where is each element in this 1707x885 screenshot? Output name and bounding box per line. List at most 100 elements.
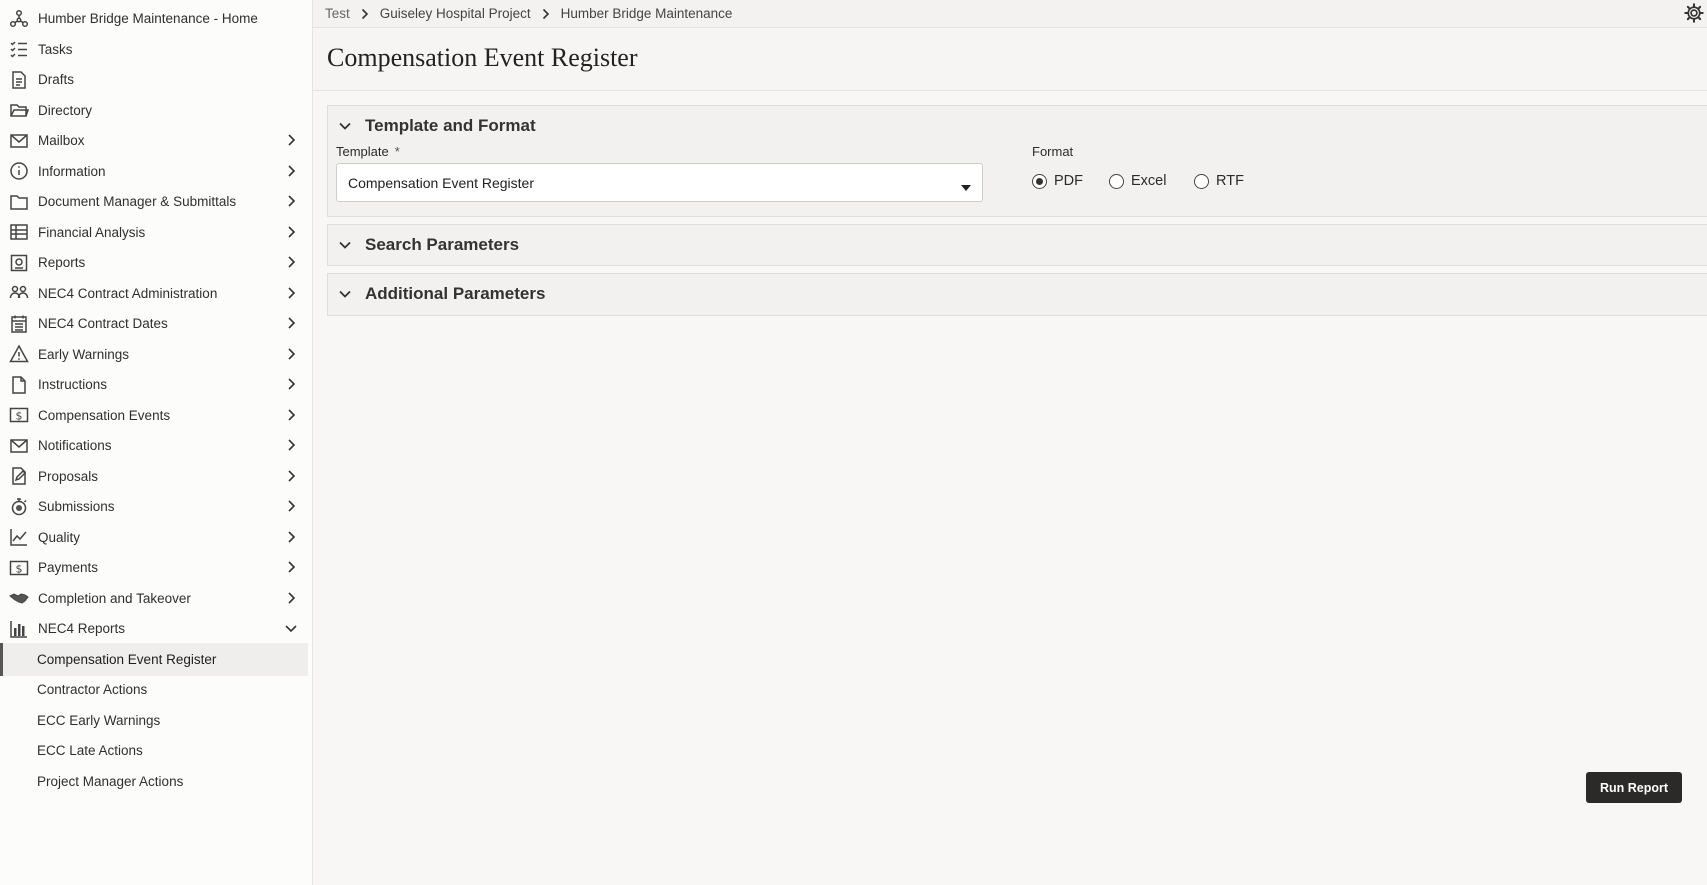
sidebar-item-label: Instructions [38, 377, 108, 392]
breadcrumb: Test Guiseley Hospital Project Humber Br… [313, 0, 1707, 28]
sidebar-item-financial-analysis[interactable]: Financial Analysis [0, 216, 313, 249]
additional-parameters-header[interactable]: Additional Parameters [328, 274, 1707, 314]
format-radio-rtf[interactable]: RTF [1194, 173, 1244, 189]
checklist-icon [8, 38, 30, 60]
chevron-right-icon[interactable] [283, 285, 299, 301]
template-format-panel: Template and Format Template * Compensati… [327, 105, 1707, 217]
chevron-right-icon[interactable] [283, 254, 299, 270]
chevron-down-icon[interactable] [283, 620, 299, 636]
chevron-down-icon [337, 286, 353, 302]
chevron-down-icon [337, 237, 353, 253]
document-icon [8, 374, 30, 396]
sidebar-item-document-manager-submittals[interactable]: Document Manager & Submittals [0, 185, 313, 218]
sidebar-item-quality[interactable]: Quality [0, 521, 313, 554]
sidebar-item-early-warnings[interactable]: Early Warnings [0, 338, 313, 371]
chevron-right-icon[interactable] [283, 468, 299, 484]
chevron-right-icon[interactable] [283, 376, 299, 392]
sidebar-item-label: NEC4 Reports [38, 621, 126, 636]
template-label-text: Template [336, 144, 389, 159]
chevron-right-icon[interactable] [283, 346, 299, 362]
format-option-label: PDF [1054, 173, 1083, 189]
sidebar-subitem-compensation-event-register[interactable]: Compensation Event Register [0, 642, 308, 676]
chevron-right-icon[interactable] [283, 163, 299, 179]
additional-parameters-panel: Additional Parameters [327, 273, 1707, 316]
panel-title: Additional Parameters [365, 284, 546, 303]
info-icon [8, 160, 30, 182]
sidebar-item-nec4-reports[interactable]: NEC4 Reports [0, 612, 313, 645]
chevron-right-icon[interactable] [283, 224, 299, 240]
search-parameters-panel: Search Parameters [327, 224, 1707, 266]
format-option-label: RTF [1216, 173, 1244, 189]
chevron-right-icon[interactable] [283, 407, 299, 423]
sidebar-item-nec4-contract-administration[interactable]: NEC4 Contract Administration [0, 277, 313, 310]
radio-unselected-icon [1194, 173, 1209, 189]
sidebar-item-label: Information [38, 163, 106, 179]
chevron-right-icon[interactable] [283, 315, 299, 331]
sidebar-item-compensation-events[interactable]: $ Compensation Events [0, 399, 313, 432]
chevron-right-icon[interactable] [283, 132, 299, 148]
network-icon [8, 8, 30, 30]
sidebar-item-proposals[interactable]: Proposals [0, 460, 313, 493]
panel-title: Template and Format [365, 116, 536, 135]
sidebar-item-label: Document Manager & Submittals [38, 194, 237, 209]
sidebar-item-submissions[interactable]: Submissions [0, 490, 313, 523]
chevron-right-icon[interactable] [283, 590, 299, 606]
sidebar-item-payments[interactable]: $ Payments [0, 551, 313, 584]
sidebar-item-mailbox[interactable]: Mailbox [0, 124, 313, 157]
line-chart-icon [8, 526, 30, 548]
search-parameters-header[interactable]: Search Parameters [328, 225, 1707, 265]
run-report-button[interactable]: Run Report [1586, 772, 1682, 803]
sidebar-item-completion-and-takeover[interactable]: Completion and Takeover [0, 582, 313, 615]
chevron-down-icon [337, 118, 353, 134]
chevron-right-icon [542, 8, 550, 20]
format-label: Format [1032, 144, 1074, 159]
breadcrumb-item-project[interactable]: Guiseley Hospital Project [380, 6, 531, 21]
format-radio-excel[interactable]: Excel [1109, 173, 1166, 189]
svg-text:$: $ [16, 562, 23, 575]
folder-icon [8, 191, 30, 213]
breadcrumb-item-current[interactable]: Humber Bridge Maintenance [561, 6, 733, 21]
chevron-right-icon[interactable] [283, 529, 299, 545]
gear-icon[interactable] [1683, 2, 1705, 24]
template-select[interactable]: Compensation Event Register [336, 163, 983, 202]
sidebar-subitem-ecc-early-warnings[interactable]: ECC Early Warnings [0, 704, 308, 737]
sidebar-subitem-ecc-late-actions[interactable]: ECC Late Actions [0, 734, 308, 767]
sidebar-item-directory[interactable]: Directory [0, 94, 313, 127]
chevron-right-icon [361, 8, 369, 20]
stopwatch-icon [8, 496, 30, 518]
sidebar-item-information[interactable]: Information [0, 155, 313, 188]
report-icon [8, 252, 30, 274]
template-label: Template * [336, 144, 400, 159]
sidebar-item-tasks[interactable]: Tasks [0, 33, 313, 66]
template-select-value: Compensation Event Register [348, 174, 534, 191]
chevron-right-icon[interactable] [283, 193, 299, 209]
envelope-icon [8, 435, 30, 457]
sidebar-item-drafts[interactable]: Drafts [0, 63, 313, 96]
format-radio-pdf[interactable]: PDF [1032, 173, 1083, 189]
panel-title: Search Parameters [365, 235, 520, 254]
chevron-right-icon[interactable] [283, 437, 299, 453]
sidebar-subitem-project-manager-actions[interactable]: Project Manager Actions [0, 765, 308, 798]
app-root: Humber Bridge Maintenance - Home Tasks Dra… [0, 0, 1707, 885]
breadcrumb-item-test[interactable]: Test [325, 6, 350, 21]
sidebar-item-label: Early Warnings [38, 346, 130, 362]
sidebar-item-nec4-contract-dates[interactable]: NEC4 Contract Dates [0, 307, 313, 340]
sidebar-item-instructions[interactable]: Instructions [0, 368, 313, 401]
sidebar-item-reports[interactable]: Reports [0, 246, 313, 279]
sidebar-item-label: NEC4 Contract Administration [38, 285, 218, 301]
chevron-right-icon[interactable] [283, 559, 299, 575]
sidebar-item-label: Completion and Takeover [38, 590, 191, 606]
page-title: Compensation Event Register [327, 43, 638, 72]
sidebar-item-notifications[interactable]: Notifications [0, 429, 313, 462]
people-icon [8, 282, 30, 304]
sidebar-item-label: NEC4 Contract Dates [38, 316, 168, 331]
template-format-panel-header[interactable]: Template and Format [328, 106, 1707, 146]
sidebar-subitem-contractor-actions[interactable]: Contractor Actions [0, 673, 308, 706]
calendar-icon [8, 313, 30, 335]
draft-document-icon [8, 69, 30, 91]
chevron-right-icon[interactable] [283, 498, 299, 514]
sidebar-item-humber-bridge-maintenance-home[interactable]: Humber Bridge Maintenance - Home [0, 2, 313, 35]
bar-chart-icon [8, 618, 30, 640]
dollar-icon: $ [8, 404, 30, 426]
radio-selected-icon [1032, 173, 1047, 189]
